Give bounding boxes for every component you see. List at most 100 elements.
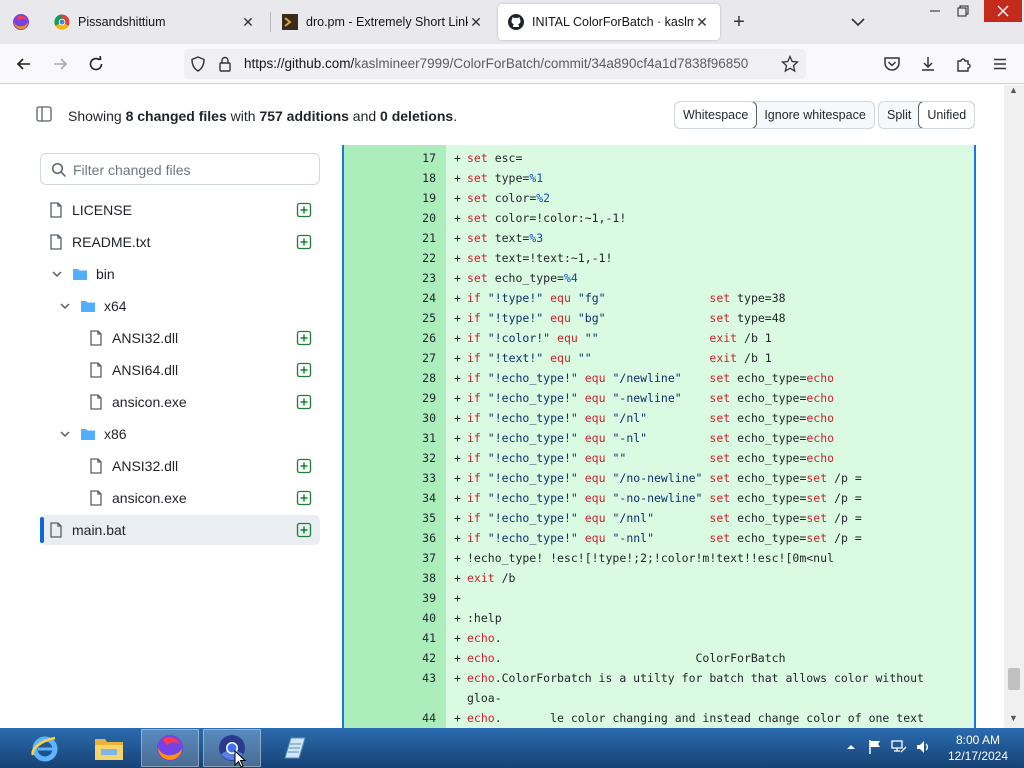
scroll-down-arrow-icon[interactable]: ▼ [1009, 713, 1018, 723]
scrollbar-thumb[interactable] [1008, 668, 1020, 690]
diff-line: 43 + echo.ColorForbatch is a utilty for ba… [344, 667, 974, 687]
toggle-file-tree-icon[interactable] [36, 106, 52, 122]
line-number[interactable]: 21 [344, 231, 436, 245]
unified-view-button[interactable]: Unified [918, 102, 975, 128]
line-number[interactable]: 23 [344, 271, 436, 285]
firefox-view-button[interactable] [0, 0, 42, 44]
line-number[interactable]: 40 [344, 611, 436, 625]
added-line-marker: + [454, 571, 461, 585]
forward-arrow-icon[interactable] [48, 52, 72, 76]
line-number[interactable]: 22 [344, 251, 436, 265]
code-text: if "!color!" equ "" exit /b 1 [467, 331, 772, 345]
close-window-icon[interactable] [984, 0, 1022, 22]
internet-explorer-icon[interactable] [16, 729, 74, 767]
filter-changed-files-input[interactable]: Filter changed files [40, 153, 320, 185]
line-number[interactable]: 20 [344, 211, 436, 225]
line-number[interactable]: 24 [344, 291, 436, 305]
line-number[interactable]: 19 [344, 191, 436, 205]
code-text: set esc= [467, 151, 523, 165]
line-number[interactable]: 35 [344, 511, 436, 525]
line-number[interactable]: 38 [344, 571, 436, 585]
line-number[interactable]: 26 [344, 331, 436, 345]
line-number[interactable]: 42 [344, 651, 436, 665]
show-hidden-icons-chevron-up-icon[interactable] [842, 738, 860, 756]
list-all-tabs-chevron-down-icon[interactable] [848, 12, 868, 32]
line-number[interactable]: 30 [344, 411, 436, 425]
code-text: if "!echo_type!" equ "-newline" set echo… [467, 391, 835, 405]
added-line-marker: + [454, 271, 461, 285]
downloads-icon[interactable] [916, 52, 940, 76]
diff-line: 21 + set text=%3 [344, 227, 974, 247]
tab-close-icon[interactable]: ✕ [240, 14, 256, 30]
whitespace-button[interactable]: Whitespace [674, 102, 758, 128]
chevron-down-icon[interactable] [50, 267, 64, 281]
back-arrow-icon[interactable] [12, 52, 36, 76]
bookmark-star-icon[interactable] [780, 54, 800, 78]
tab-pissandshittium[interactable]: Pissandshittium ✕ [44, 4, 266, 40]
tab-close-icon[interactable]: ✕ [468, 14, 484, 30]
line-number[interactable]: 27 [344, 351, 436, 365]
reload-icon[interactable] [84, 52, 108, 76]
added-line-marker: + [454, 511, 461, 525]
url-text[interactable]: https://github.com/kaslmineer7999/ColorF… [244, 56, 774, 71]
line-number[interactable]: 17 [344, 151, 436, 165]
line-number[interactable]: 33 [344, 471, 436, 485]
line-number[interactable]: 34 [344, 491, 436, 505]
line-number[interactable]: 18 [344, 171, 436, 185]
ignore-whitespace-button[interactable]: Ignore whitespace [756, 102, 873, 128]
pocket-icon[interactable] [880, 52, 904, 76]
line-number[interactable]: 44 [344, 711, 436, 725]
file-tree-item-ansi32-x64[interactable]: ANSI32.dll [40, 323, 320, 353]
diff-line: 22 + set text=!text:~1,-1! [344, 247, 974, 267]
file-tree-folder-bin[interactable]: bin [40, 259, 320, 289]
chevron-down-icon[interactable] [58, 299, 72, 313]
file-tree-item-ansi32-x86[interactable]: ANSI32.dll [40, 451, 320, 481]
diff-line: 26 + if "!color!" equ "" exit /b 1 [344, 327, 974, 347]
volume-speaker-icon[interactable] [914, 738, 932, 756]
scroll-up-arrow-icon[interactable]: ▲ [1009, 85, 1018, 95]
page-scrollbar[interactable]: ▲ ▼ [1004, 85, 1024, 728]
tab-dro-pm[interactable]: dro.pm - Extremely Short Links ✕ [272, 4, 494, 40]
address-bar[interactable]: https://github.com/kaslmineer7999/ColorF… [184, 49, 806, 79]
file-tree-item-ansicon-x64[interactable]: ansicon.exe [40, 387, 320, 417]
file-tree-item-readme[interactable]: README.txt [40, 227, 320, 257]
system-clock[interactable]: 8:00 AM 12/17/2024 [936, 732, 1020, 764]
lock-icon[interactable] [218, 56, 232, 77]
code-text: set type=%1 [467, 171, 544, 185]
line-number[interactable]: 41 [344, 631, 436, 645]
new-tab-plus-icon[interactable]: + [728, 12, 750, 34]
file-tree-item-ansi64[interactable]: ANSI64.dll [40, 355, 320, 385]
code-text: if "!echo_type!" equ "" set echo_type=ec… [467, 451, 835, 465]
file-tree-folder-x86[interactable]: x86 [40, 419, 320, 449]
line-number[interactable]: 32 [344, 451, 436, 465]
line-number[interactable]: 36 [344, 531, 436, 545]
file-explorer-icon[interactable] [80, 729, 138, 767]
line-number[interactable]: 43 [344, 671, 436, 685]
line-number[interactable]: 31 [344, 431, 436, 445]
split-view-button[interactable]: Split [879, 102, 919, 128]
restore-window-icon[interactable] [946, 0, 980, 22]
line-number[interactable]: 37 [344, 551, 436, 565]
line-number[interactable]: 28 [344, 371, 436, 385]
extensions-puzzle-icon[interactable] [952, 52, 976, 76]
action-center-flag-icon[interactable] [866, 738, 884, 756]
file-tree-item-main-bat[interactable]: main.bat [40, 515, 320, 545]
file-tree-folder-x64[interactable]: x64 [40, 291, 320, 321]
tracking-protection-shield-icon[interactable] [190, 56, 206, 77]
tab-close-icon[interactable]: ✕ [694, 14, 710, 30]
network-icon[interactable] [890, 738, 908, 756]
line-number[interactable]: 29 [344, 391, 436, 405]
file-tree-item-license[interactable]: LICENSE [40, 195, 320, 225]
code-text: echo.ColorForbatch is a utilty for batch… [467, 671, 924, 685]
line-number[interactable]: 39 [344, 591, 436, 605]
chromium-browser-taskbar-icon[interactable] [203, 729, 261, 768]
notepad-taskbar-icon[interactable] [265, 729, 323, 767]
line-number[interactable]: 25 [344, 311, 436, 325]
tab-colorforbatch[interactable]: INITAL ColorForBatch · kaslmi ✕ [498, 4, 720, 40]
firefox-taskbar-icon[interactable] [141, 729, 199, 767]
hamburger-menu-icon[interactable] [988, 52, 1012, 76]
file-tree-item-ansicon-x86[interactable]: ansicon.exe [40, 483, 320, 513]
summary-and: and [348, 108, 381, 124]
diff-line: 42 + echo. ColorForBatch [344, 647, 974, 667]
chevron-down-icon[interactable] [58, 427, 72, 441]
